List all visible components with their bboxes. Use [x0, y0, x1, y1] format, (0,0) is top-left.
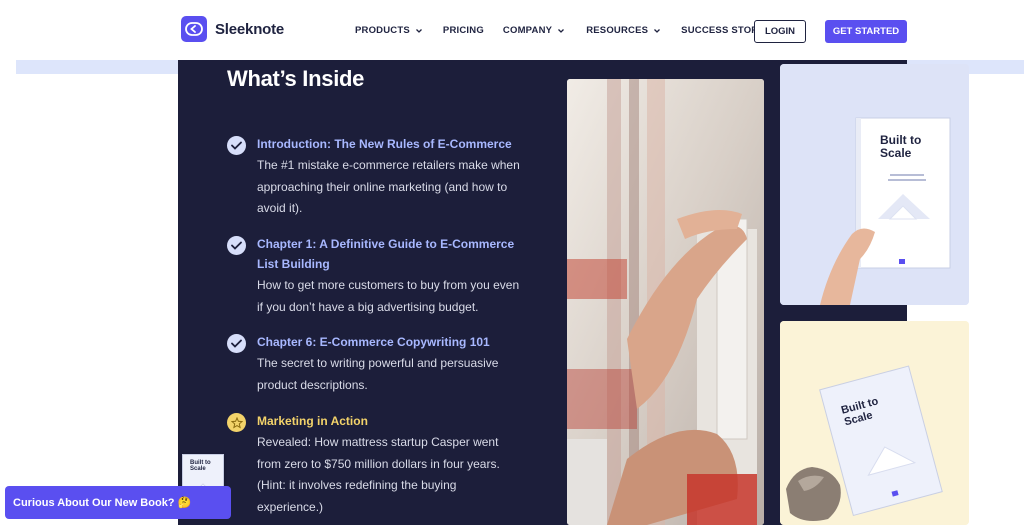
main-nav: PRODUCTS PRICING COMPANY RESOURCES SUCCE…	[355, 25, 774, 36]
chevron-down-icon	[415, 28, 422, 33]
item-description-line: (Hint: it involves redefining the buying	[257, 478, 457, 492]
book-thumbnail-title: Built to Scale	[183, 455, 223, 472]
item-description: Revealed: How mattress startup Casper we…	[257, 432, 527, 518]
site-header: Sleeknote PRODUCTS PRICING COMPANY RESOU…	[0, 0, 1024, 60]
book-title-line: Scale	[880, 146, 912, 160]
nav-resources-label: RESOURCES	[586, 25, 649, 36]
check-icon	[227, 236, 246, 255]
item-description-line: The #1 mistake e-commerce retailers make…	[257, 158, 520, 172]
check-icon	[227, 334, 246, 353]
item-description-line: avoid it).	[257, 201, 303, 215]
item-title-line: Chapter 1: A Definitive Guide to E-Comme…	[257, 237, 515, 251]
item-description-line: approaching their online marketing (and …	[257, 179, 508, 194]
book-popup-button[interactable]: Curious About Our New Book? 🤔	[5, 486, 231, 519]
item-description-line: How to get more customers to buy from yo…	[257, 278, 520, 292]
item-description-line: product descriptions.	[257, 377, 368, 392]
item-title: Chapter 1: A Definitive Guide to E-Comme…	[257, 234, 527, 274]
book-with-rock-photo: Built to Scale	[780, 321, 969, 525]
logo[interactable]: Sleeknote	[181, 16, 284, 42]
section-title: What’s Inside	[227, 66, 365, 91]
book-in-hand-photo: Built to Scale	[780, 64, 969, 305]
check-icon	[227, 136, 246, 155]
login-button[interactable]: LOGIN	[754, 20, 806, 43]
nav-pricing[interactable]: PRICING	[443, 25, 484, 36]
list-item: Chapter 1: A Definitive Guide to E-Comme…	[227, 234, 527, 318]
item-description-line: if you don’t have a big advertising budg…	[257, 299, 479, 314]
item-description-line: The secret to writing powerful and persu…	[257, 356, 499, 370]
list-item: Introduction: The New Rules of E-Commerc…	[227, 134, 527, 220]
book-title: Built to Scale	[880, 134, 940, 160]
item-description-line: experience.)	[257, 499, 324, 514]
item-description: The #1 mistake e-commerce retailers make…	[257, 155, 527, 220]
chevron-down-icon	[558, 28, 565, 33]
sleeknote-logo-icon	[181, 16, 207, 42]
chevron-down-icon	[654, 28, 661, 33]
nav-company[interactable]: COMPANY	[503, 25, 565, 36]
item-title: Introduction: The New Rules of E-Commerc…	[257, 137, 512, 151]
nav-products[interactable]: PRODUCTS	[355, 25, 423, 36]
item-description-line: Revealed: How mattress startup Casper we…	[257, 435, 499, 449]
item-title-line: List Building	[257, 257, 330, 271]
star-icon	[227, 413, 246, 432]
bookshelf-photo	[567, 79, 764, 525]
brand-name: Sleeknote	[215, 20, 285, 38]
nav-products-label: PRODUCTS	[355, 25, 410, 36]
page: Sleeknote PRODUCTS PRICING COMPANY RESOU…	[0, 0, 1024, 525]
nav-resources[interactable]: RESOURCES	[586, 25, 661, 36]
item-title: Chapter 6: E-Commerce Copywriting 101	[257, 335, 490, 349]
item-description: How to get more customers to buy from yo…	[257, 275, 527, 318]
nav-pricing-label: PRICING	[442, 25, 484, 36]
item-title: Marketing in Action	[257, 414, 368, 428]
item-description: The secret to writing powerful and persu…	[257, 353, 527, 396]
nav-company-label: COMPANY	[502, 25, 553, 36]
get-started-button[interactable]: GET STARTED	[825, 20, 907, 43]
item-description-line: from zero to $750 million dollars in fou…	[257, 456, 500, 471]
list-item: Marketing in Action Revealed: How mattre…	[227, 411, 527, 518]
list-item: Chapter 6: E-Commerce Copywriting 101 Th…	[227, 332, 527, 396]
